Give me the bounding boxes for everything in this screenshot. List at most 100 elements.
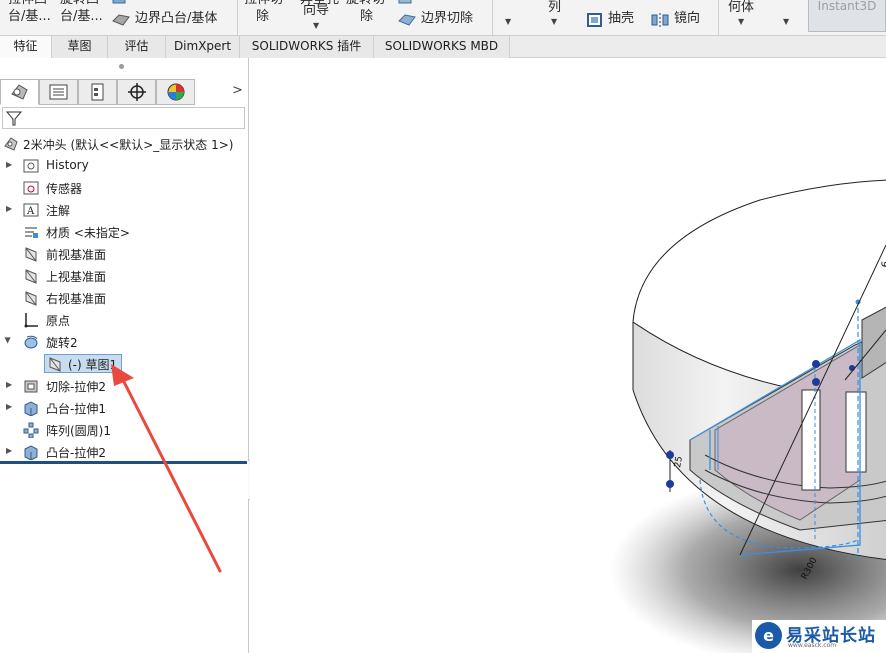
tab-sketch[interactable]: 草图 — [52, 36, 108, 58]
property-manager-tab[interactable] — [39, 79, 78, 105]
tree-item-label: (-) 草图1 — [68, 358, 118, 372]
tab-solidworks-mbd[interactable]: SOLIDWORKS MBD — [374, 36, 510, 58]
tree-item-revolve2[interactable]: ▶ 旋转2 — [0, 331, 247, 353]
dimension-handle[interactable] — [666, 451, 674, 459]
plane-icon — [25, 247, 37, 262]
tab-dimxpert[interactable]: DimXpert — [166, 36, 240, 58]
tree-item-right-plane[interactable]: 右视基准面 — [0, 287, 247, 309]
property-manager-icon — [49, 84, 68, 100]
expand-arrow-icon[interactable]: ▶ — [6, 446, 12, 455]
tree-item-history[interactable]: ▶ History — [0, 155, 247, 177]
filter-bar[interactable] — [2, 107, 245, 129]
tree-item-origin[interactable]: 原点 — [0, 309, 247, 331]
dimxpert-manager-tab[interactable] — [117, 79, 156, 105]
watermark-subtitle: www.easck.com — [788, 642, 837, 649]
revolved-boss-button[interactable]: 旋转凸 — [60, 0, 99, 8]
part-icon — [4, 137, 18, 151]
feature-manager-icon — [11, 84, 28, 100]
boundary-cut-button[interactable]: 边界切除 — [421, 11, 473, 27]
dimension-handle[interactable] — [812, 378, 820, 386]
tree-item-label: 凸台-拉伸1 — [46, 402, 106, 416]
hole-wizard-button-line2[interactable]: 向导 — [303, 3, 329, 19]
linear-pattern-button[interactable]: 列 — [548, 0, 561, 16]
extruded-cut-button[interactable]: 拉伸切 — [244, 0, 283, 8]
tree-item-label: 注解 — [46, 204, 71, 218]
tree-item-label: History — [46, 158, 89, 172]
panel-grip[interactable] — [119, 64, 124, 69]
instant3d-label: Instant3D — [817, 0, 877, 13]
revolved-cut-button-line2[interactable]: 除 — [360, 9, 373, 25]
tree-item-label: 阵列(圆周)1 — [46, 424, 111, 438]
swept-cut-icon[interactable] — [397, 0, 415, 6]
extruded-cut-button-line2[interactable]: 除 — [256, 9, 269, 25]
expand-arrow-icon[interactable]: ▶ — [6, 402, 12, 411]
tree-item-label: 原点 — [46, 314, 71, 328]
tree-item-label: 上视基准面 — [46, 270, 107, 284]
pattern-dropdown-icon[interactable]: ▼ — [551, 17, 557, 26]
tree-item-annotations[interactable]: ▶ A 注解 — [0, 199, 247, 221]
hole-wizard-dropdown-icon[interactable]: ▼ — [313, 21, 319, 30]
extruded-boss-button-line2[interactable]: 台/基... — [8, 9, 51, 25]
origin-icon — [24, 313, 38, 328]
watermark: e 易采站长站 www.easck.com — [752, 620, 886, 653]
command-manager-ribbon: 拉伸凸 台/基... 旋转凸 台/基... 边界凸台/基体 拉伸切 除 异型孔 … — [0, 0, 886, 36]
tree-root-part[interactable]: 2米冲头 (默认<<默认>_显示状态 1>) — [0, 133, 247, 155]
tree-item-boss-extrude2[interactable]: ▶ 凸台-拉伸2 — [0, 441, 247, 463]
collapse-arrow-icon[interactable]: ▶ — [4, 337, 13, 343]
feature-manager-tab[interactable] — [0, 79, 39, 105]
model-3d-view[interactable]: R300 25 6 — [250, 58, 886, 653]
revolved-cut-button[interactable]: 旋转切 — [346, 0, 385, 8]
expand-arrow-icon[interactable]: ▶ — [6, 380, 12, 389]
tree-item-sketch1[interactable]: (-) 草图1 — [0, 353, 247, 375]
curves-dropdown-icon[interactable]: ▼ — [783, 17, 789, 26]
circular-pattern-icon — [23, 422, 39, 438]
dimension-6-label[interactable]: 6 — [880, 260, 886, 268]
rollback-bar[interactable] — [0, 461, 247, 464]
reference-geometry-dropdown-icon[interactable]: ▼ — [738, 17, 744, 26]
tree-root-label: 2米冲头 (默认<<默认>_显示状态 1>) — [23, 138, 234, 152]
tab-solidworks-addins[interactable]: SOLIDWORKS 插件 — [240, 36, 374, 58]
tree-item-sensors[interactable]: 传感器 — [0, 177, 247, 199]
tree-item-top-plane[interactable]: 上视基准面 — [0, 265, 247, 287]
swept-boss-icon[interactable] — [111, 0, 129, 6]
filter-icon[interactable] — [5, 110, 23, 127]
instant3d-button[interactable]: Instant3D — [808, 0, 886, 32]
boundary-cut-icon — [398, 14, 416, 26]
annotation-icon: A — [23, 203, 39, 217]
tree-item-front-plane[interactable]: 前视基准面 — [0, 243, 247, 265]
boss-extrude-icon — [24, 445, 38, 460]
dimension-handle[interactable] — [666, 480, 674, 488]
ribbon-separator — [492, 0, 493, 35]
dimension-handle[interactable] — [849, 365, 855, 371]
tree-item-material[interactable]: 材质 <未指定> — [0, 221, 247, 243]
tree-item-cut-extrude2[interactable]: ▶ 切除-拉伸2 — [0, 375, 247, 397]
tree-item-boss-extrude1[interactable]: ▶ 凸台-拉伸1 — [0, 397, 247, 419]
expand-arrow-icon[interactable]: ▶ — [6, 204, 12, 213]
tree-item-label: 右视基准面 — [46, 292, 107, 306]
revolve-icon — [24, 335, 38, 349]
svg-text:A: A — [26, 206, 35, 217]
tab-evaluate[interactable]: 评估 — [108, 36, 166, 58]
boss-extrude-icon — [24, 401, 38, 416]
configuration-manager-tab[interactable] — [78, 79, 117, 105]
tree-item-circular-pattern1[interactable]: 阵列(圆周)1 — [0, 419, 247, 441]
dimension-25-label[interactable]: 25 — [673, 456, 685, 469]
mirror-button[interactable]: 镜向 — [674, 11, 700, 27]
fillet-dropdown-icon[interactable]: ▼ — [505, 17, 511, 26]
reference-geometry-button[interactable]: 何体 — [728, 0, 754, 16]
expand-arrow-icon[interactable]: ▶ — [6, 160, 12, 169]
dimension-handle[interactable] — [812, 360, 820, 368]
graphics-viewport[interactable]: R300 25 6 — [250, 58, 886, 653]
boundary-boss-icon — [112, 14, 130, 26]
plane-icon — [25, 269, 37, 284]
tab-features[interactable]: 特征 — [0, 36, 52, 58]
boundary-boss-button[interactable]: 边界凸台/基体 — [135, 11, 217, 27]
panel-tabs-chevron-right-icon[interactable]: > — [232, 83, 243, 98]
material-icon — [25, 227, 38, 238]
revolved-boss-button-line2[interactable]: 台/基... — [60, 9, 103, 25]
display-manager-icon — [167, 83, 185, 101]
mirror-icon — [651, 13, 669, 27]
display-manager-tab[interactable] — [156, 79, 195, 105]
extruded-boss-button[interactable]: 拉伸凸 — [8, 0, 47, 8]
shell-button[interactable]: 抽壳 — [608, 11, 634, 27]
